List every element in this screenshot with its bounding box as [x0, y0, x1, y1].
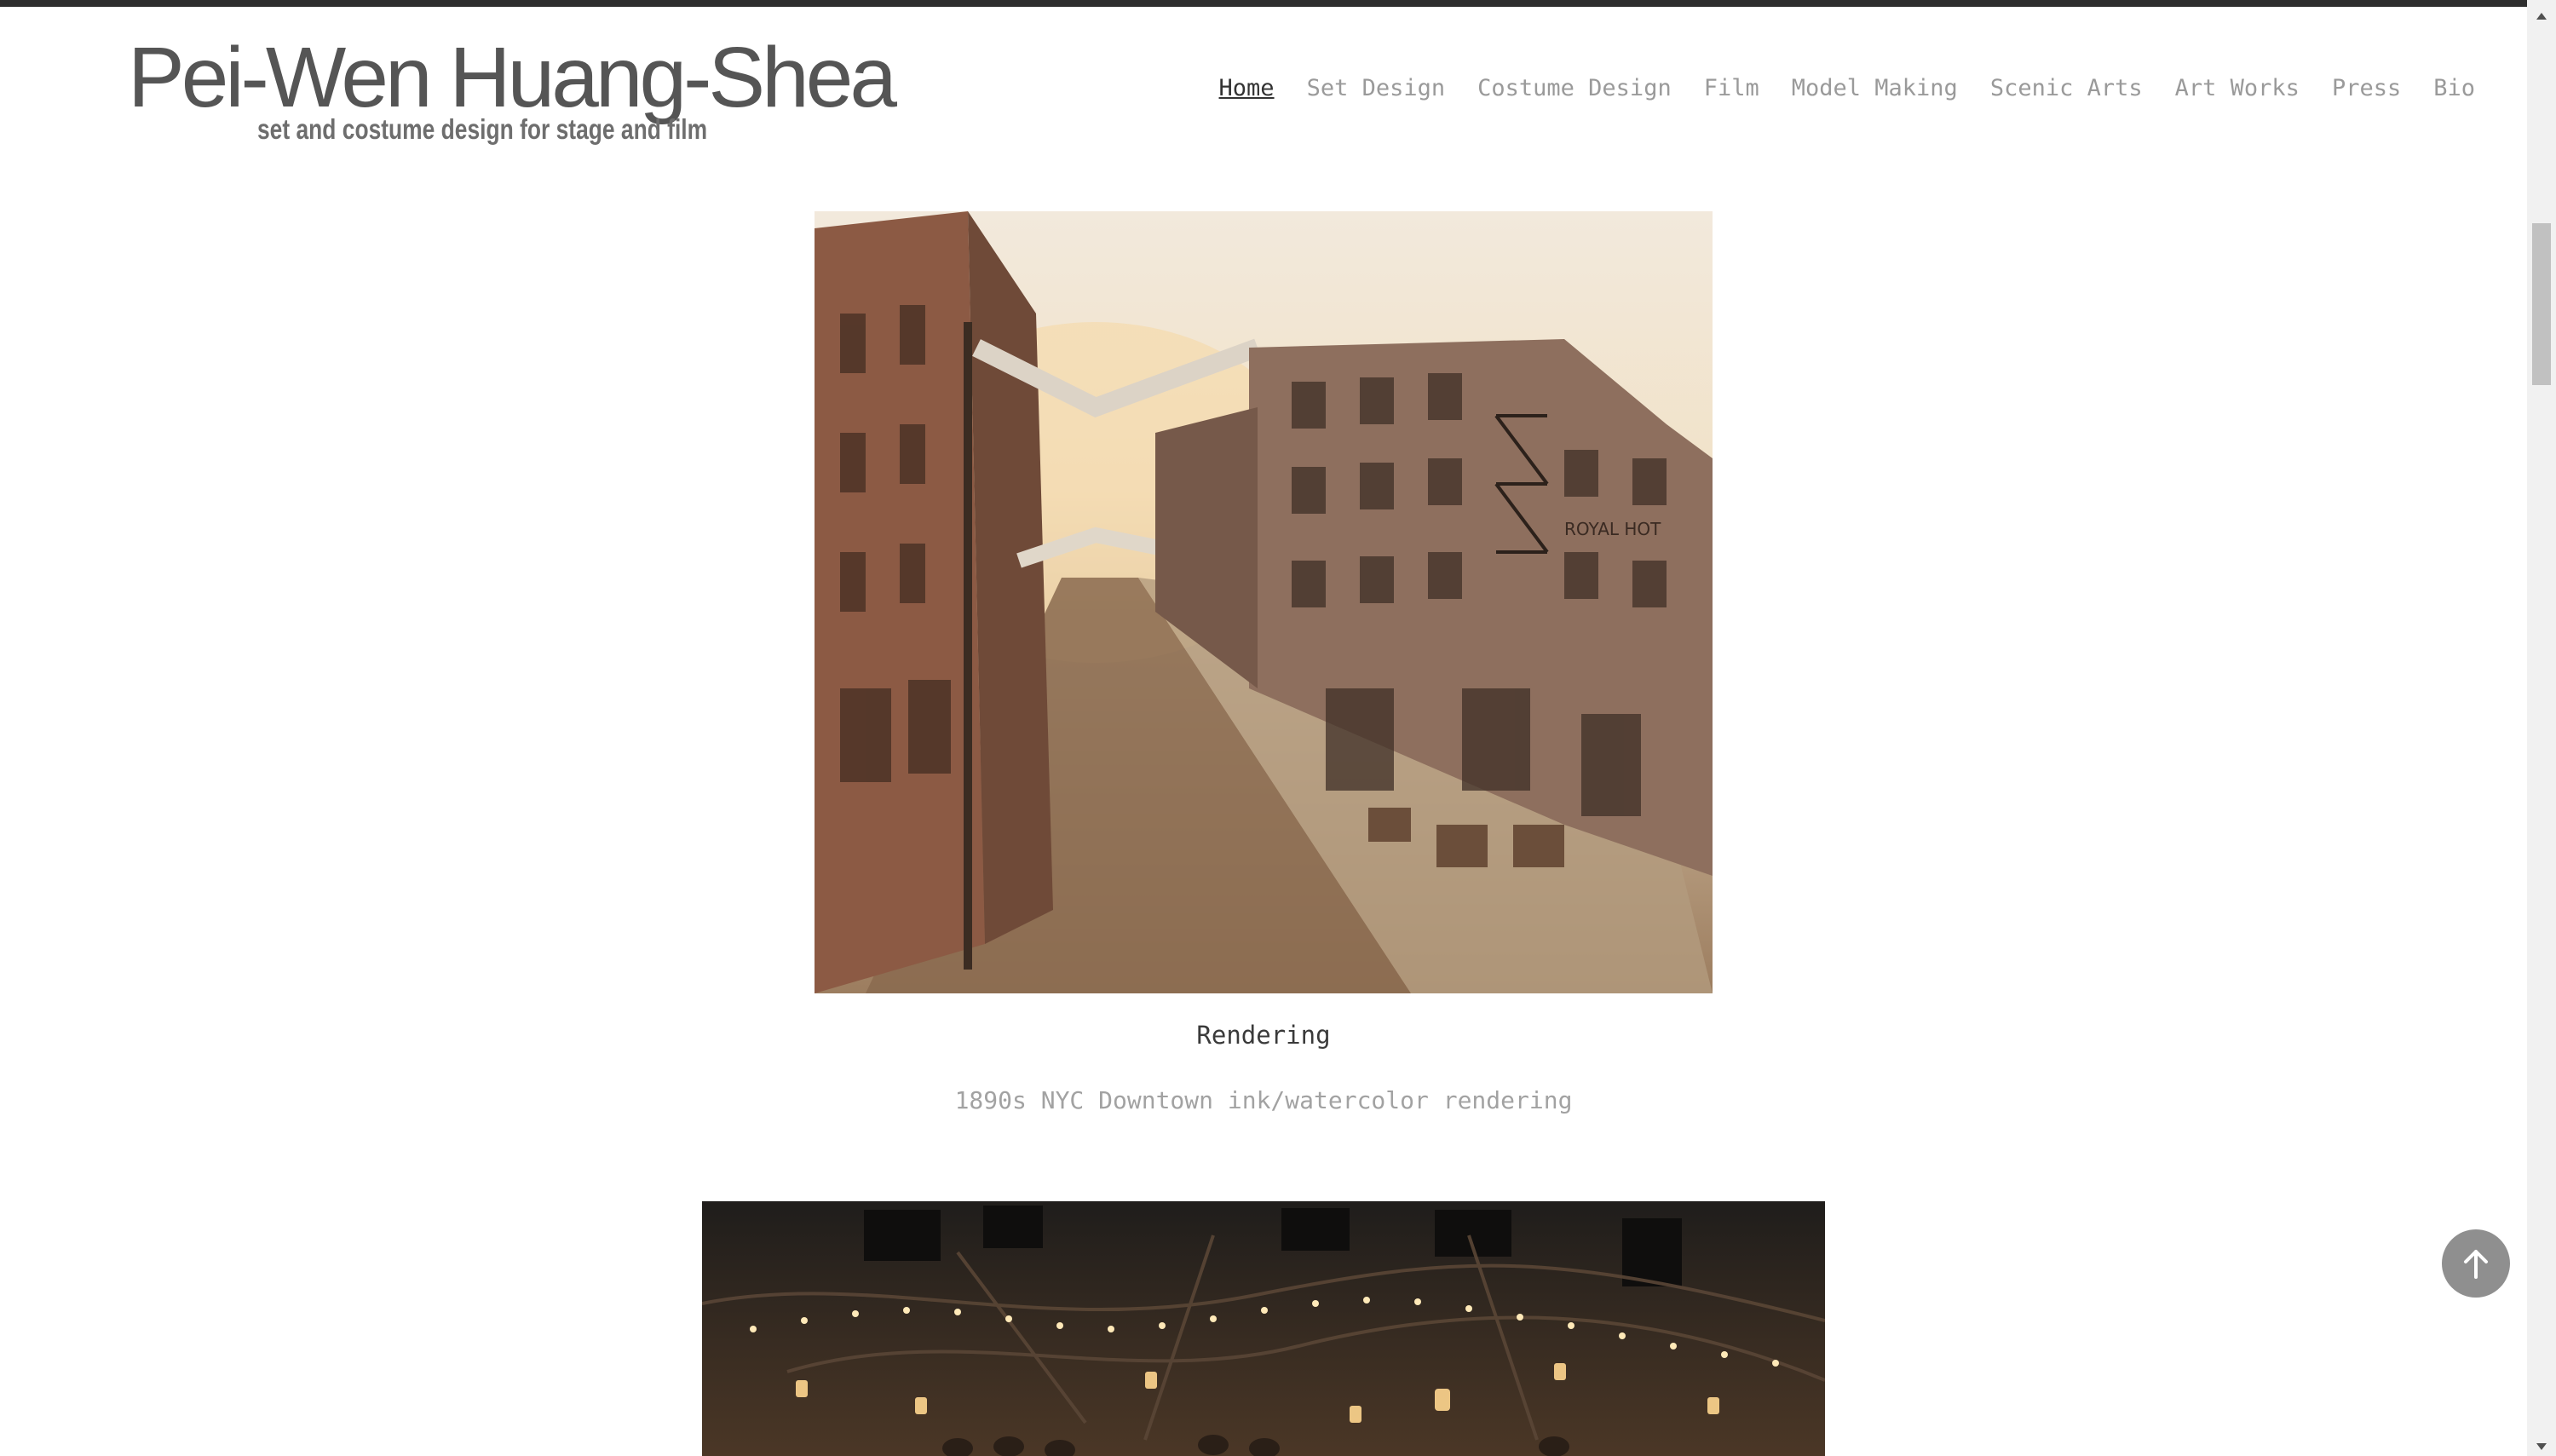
svg-text:ROYAL HOT: ROYAL HOT [1564, 519, 1661, 539]
gallery-item-description: 1890s NYC Downtown ink/watercolor render… [954, 1086, 1573, 1114]
nav-set-design[interactable]: Set Design [1307, 75, 1446, 101]
main-nav: Home Set Design Costume Design Film Mode… [1219, 75, 2475, 101]
site-logo[interactable]: Pei-Wen Huang-Shea set and costume desig… [128, 31, 897, 150]
nav-costume-design[interactable]: Costume Design [1477, 75, 1672, 101]
nav-home[interactable]: Home [1219, 75, 1275, 101]
nav-bio[interactable]: Bio [2433, 75, 2475, 101]
site-name: Pei-Wen Huang-Shea [128, 30, 897, 125]
site-tagline: set and costume design for stage and fil… [257, 113, 708, 145]
scrollbar-thumb[interactable] [2532, 223, 2551, 385]
nav-model-making[interactable]: Model Making [1792, 75, 1958, 101]
gallery-image-rendering[interactable]: ROYAL HOT [815, 211, 1713, 993]
street-illustration: ROYAL HOT [815, 211, 1713, 993]
arrow-up-icon [2464, 1250, 2488, 1279]
gallery-image-theater[interactable] [702, 1201, 1825, 1456]
nav-film[interactable]: Film [1704, 75, 1759, 101]
nav-art-works[interactable]: Art Works [2175, 75, 2300, 101]
top-bar [0, 0, 2556, 7]
nav-press[interactable]: Press [2332, 75, 2401, 101]
gallery-item-title: Rendering [1196, 1021, 1331, 1050]
nav-scenic-arts[interactable]: Scenic Arts [1990, 75, 2143, 101]
scroll-up-arrow-icon[interactable] [2527, 7, 2556, 27]
theater-illustration [702, 1206, 1825, 1456]
scroll-to-top-button[interactable] [2442, 1229, 2510, 1298]
vertical-scrollbar[interactable] [2527, 0, 2556, 1456]
scroll-down-arrow-icon[interactable] [2527, 1436, 2556, 1456]
